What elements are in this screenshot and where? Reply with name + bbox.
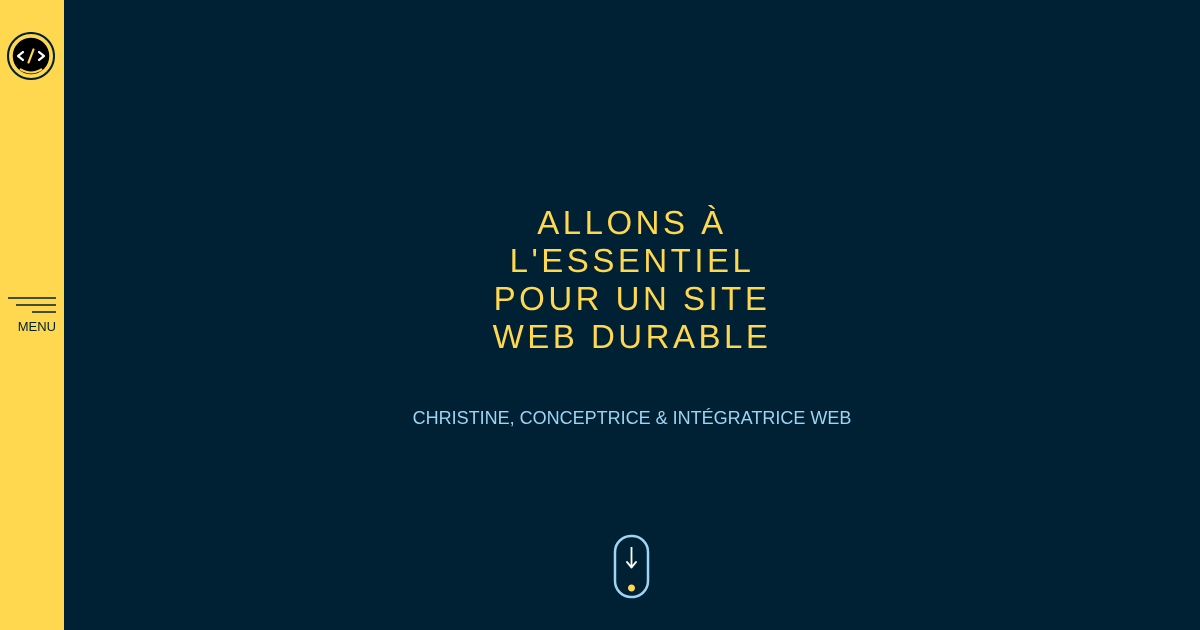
menu-label: MENU <box>17 319 56 334</box>
landing-page: MENU ALLONS À L'ESSENTIEL POUR UN SITE W… <box>0 0 1200 630</box>
hero-title-line: WEB DURABLE <box>492 318 772 355</box>
hero-subtitle: CHRISTINE, CONCEPTRICE & INTÉGRATRICE WE… <box>412 408 852 428</box>
hero-title: ALLONS À L'ESSENTIEL POUR UN SITE WEB DU… <box>432 204 832 356</box>
hero-title-line: POUR UN SITE <box>493 280 771 317</box>
hero-title-line: L'ESSENTIEL <box>509 242 755 279</box>
scroll-down-mouse-icon <box>613 534 650 599</box>
hamburger-menu-icon <box>8 297 56 313</box>
code-brackets-logo-icon <box>7 32 55 80</box>
menu-button[interactable]: MENU <box>0 292 64 338</box>
scroll-down-button[interactable] <box>613 534 650 599</box>
site-logo[interactable] <box>6 31 56 81</box>
hero-title-line: ALLONS À <box>537 204 727 241</box>
sidebar: MENU <box>0 0 64 630</box>
